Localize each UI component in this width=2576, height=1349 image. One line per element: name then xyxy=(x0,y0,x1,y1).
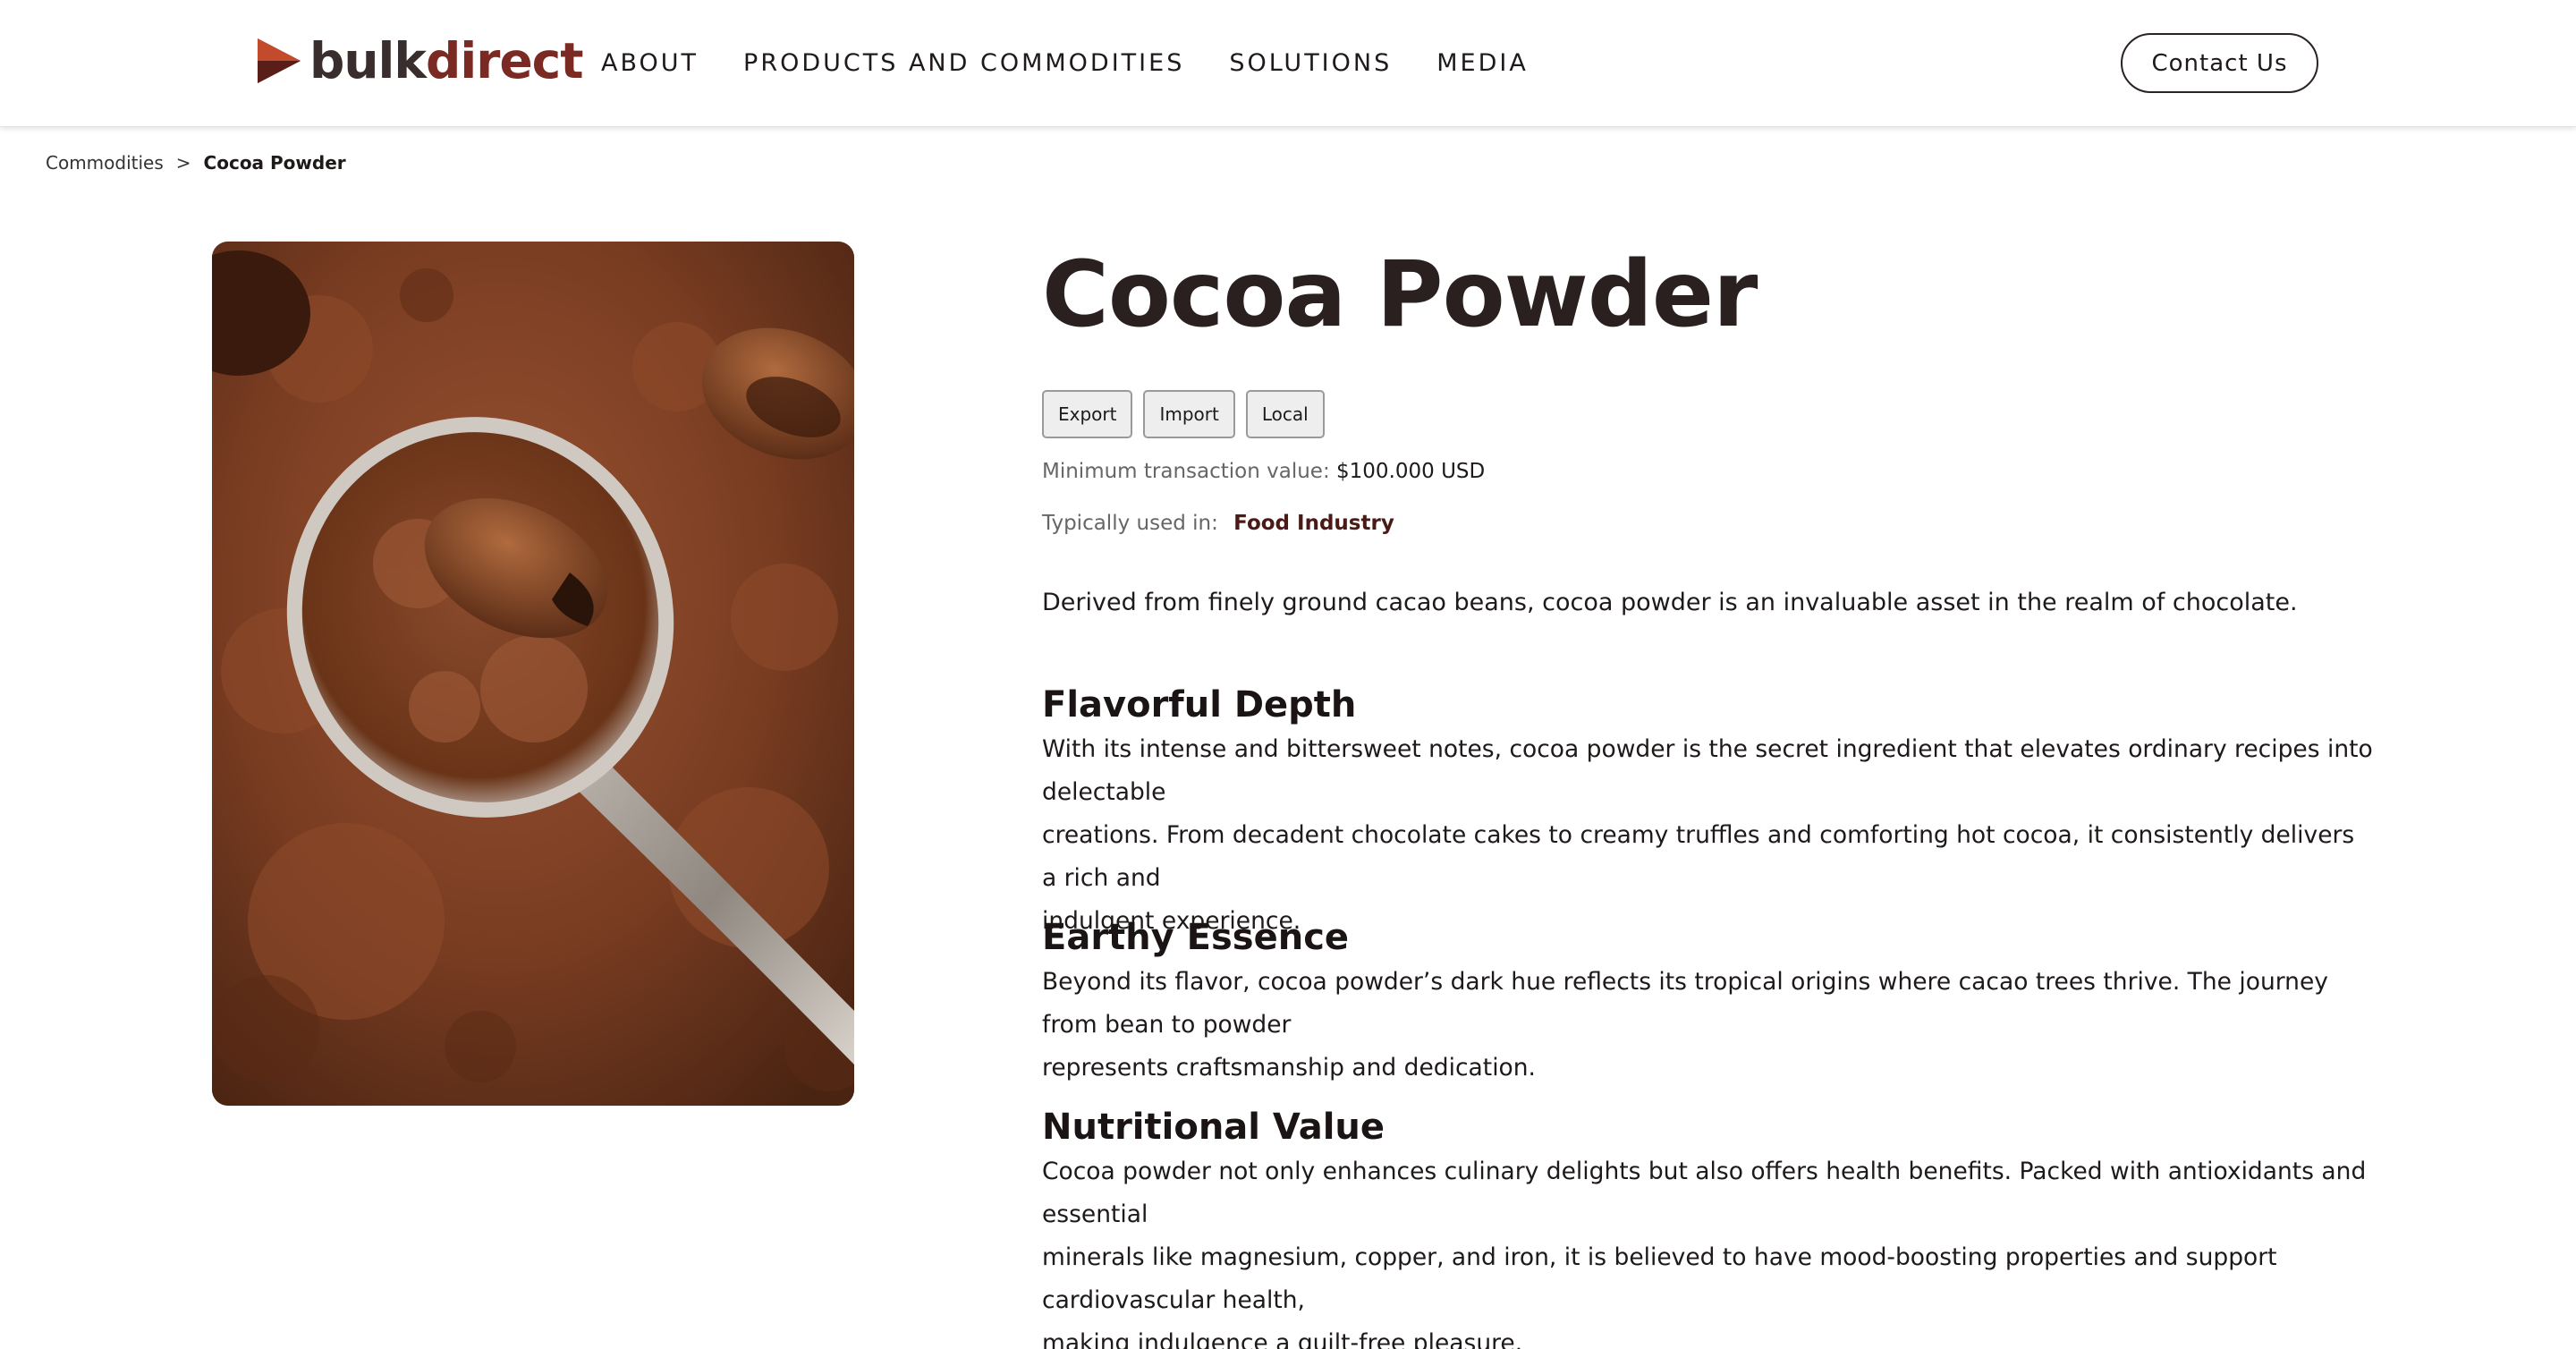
section-heading: Flavorful Depth xyxy=(1042,684,1357,725)
section-heading: Earthy Essence xyxy=(1042,917,1350,958)
tag-local[interactable]: Local xyxy=(1245,390,1325,438)
product-image xyxy=(212,242,854,1106)
section-flavorful-depth: Flavorful Depth With its intense and bit… xyxy=(1042,682,2375,943)
section-body-line: represents craftsmanship and dedication. xyxy=(1042,1054,1536,1082)
section-body-line: Beyond its flavor, cocoa powder’s dark h… xyxy=(1042,968,2328,1039)
section-nutritional-value: Nutritional Value Cocoa powder not only … xyxy=(1042,1104,2375,1349)
used-in-row: Typically used in: Food Industry xyxy=(1042,512,1394,535)
breadcrumb-commodities-link[interactable]: Commodities xyxy=(46,152,164,174)
logo-wordmark: bulkdirect xyxy=(309,31,584,89)
min-transaction-row: Minimum transaction value: $100.000 USD xyxy=(1042,460,1485,483)
tag-import[interactable]: Import xyxy=(1143,390,1235,438)
site-header: bulkdirect ABOUT PRODUCTS AND COMMODITIE… xyxy=(0,0,2576,127)
nav-media[interactable]: MEDIA xyxy=(1436,47,1529,81)
min-transaction-value: $100.000 USD xyxy=(1336,460,1486,483)
page-title: Cocoa Powder xyxy=(1042,242,1758,348)
section-body: Cocoa powder not only enhances culinary … xyxy=(1042,1150,2375,1349)
contact-us-button[interactable]: Contact Us xyxy=(2121,33,2318,93)
nav-solutions[interactable]: SOLUTIONS xyxy=(1229,47,1392,81)
product-intro: Derived from finely ground cacao beans, … xyxy=(1042,589,2298,616)
section-body-line: With its intense and bittersweet notes, … xyxy=(1042,735,2373,806)
main-nav: ABOUT PRODUCTS AND COMMODITIES SOLUTIONS… xyxy=(601,47,1573,81)
breadcrumb: Commodities > Cocoa Powder xyxy=(46,152,346,174)
section-body: With its intense and bittersweet notes, … xyxy=(1042,728,2375,943)
logo-arrow-icon xyxy=(258,38,301,83)
breadcrumb-separator: > xyxy=(175,152,191,174)
section-body-line: creations. From decadent chocolate cakes… xyxy=(1042,821,2355,892)
used-in-label: Typically used in: xyxy=(1042,512,1218,535)
used-in-food-industry-link[interactable]: Food Industry xyxy=(1233,512,1394,535)
product-details: Cocoa Powder Export Import Local Minimum… xyxy=(1042,242,2384,1349)
section-earthy-essence: Earthy Essence Beyond its flavor, cocoa … xyxy=(1042,914,2375,1090)
min-transaction-label: Minimum transaction value: xyxy=(1042,460,1330,483)
breadcrumb-current: Cocoa Powder xyxy=(203,152,346,174)
section-body: Beyond its flavor, cocoa powder’s dark h… xyxy=(1042,961,2375,1090)
section-heading: Nutritional Value xyxy=(1042,1107,1385,1148)
nav-products-and-commodities[interactable]: PRODUCTS AND COMMODITIES xyxy=(743,47,1184,81)
trade-type-tags: Export Import Local xyxy=(1042,390,1325,438)
tag-export[interactable]: Export xyxy=(1042,390,1133,438)
cocoa-photo-illustration xyxy=(212,242,854,1106)
nav-about[interactable]: ABOUT xyxy=(601,47,699,81)
bulkdirect-logo[interactable]: bulkdirect xyxy=(256,31,584,89)
section-body-line: making indulgence a guilt-free pleasure. xyxy=(1042,1329,1523,1349)
section-body-line: minerals like magnesium, copper, and iro… xyxy=(1042,1243,2277,1314)
section-body-line: Cocoa powder not only enhances culinary … xyxy=(1042,1158,2367,1228)
